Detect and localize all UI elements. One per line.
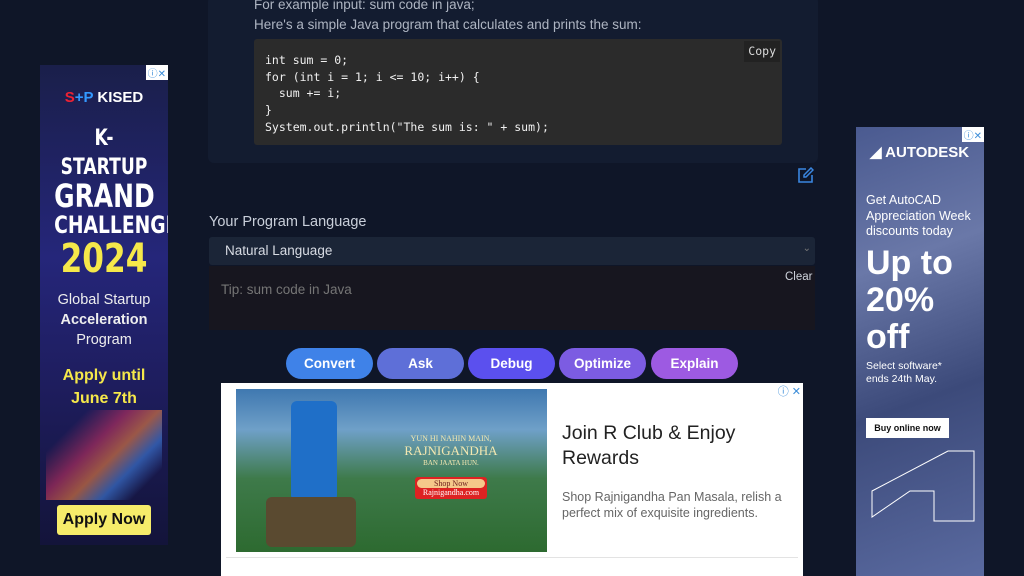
ad-headline: off <box>866 318 910 356</box>
ad-close-icon[interactable]: ⓘ✕ <box>961 127 984 142</box>
ask-button[interactable]: Ask <box>377 348 464 379</box>
ad-headline: Up to <box>866 244 953 282</box>
code-block: int sum = 0; for (int i = 1; i <= 10; i+… <box>254 39 782 145</box>
language-label: Your Program Language <box>209 214 367 230</box>
ad-image[interactable]: YUN HI NAHIN MAIN, RAJNIGANDHA BAN JAATA… <box>236 389 547 552</box>
ad-text: Acceleration <box>60 312 148 328</box>
chevron-down-icon: ⌄ <box>802 243 811 254</box>
ad-text: Select software* ends 24th May. <box>866 360 942 385</box>
copy-button[interactable]: Copy <box>744 41 780 62</box>
ad-brand: S+P KISED <box>64 89 144 106</box>
ad-text: Apply until <box>62 367 146 384</box>
ad-right[interactable]: ⓘ✕ ◢ AUTODESK Get AutoCAD Appreciation W… <box>856 127 984 576</box>
ad-close-icon[interactable]: ⓘ ✕ <box>778 383 801 399</box>
edit-icon[interactable] <box>797 167 814 184</box>
language-select[interactable]: Natural Language ⌄ <box>209 237 815 265</box>
code-text: int sum = 0; for (int i = 1; i <= 10; i+… <box>265 53 549 134</box>
ad-left[interactable]: ⓘ✕ S+P KISED K-STARTUP GRAND CHALLENGE 2… <box>40 65 168 545</box>
ad-headline: GRAND <box>54 177 155 215</box>
ad-description: Shop Rajnigandha Pan Masala, relish a pe… <box>562 490 782 520</box>
buy-online-button[interactable]: Buy online now <box>866 418 949 438</box>
example-text: For example input: sum code in java; <box>254 0 475 12</box>
convert-button[interactable]: Convert <box>286 348 373 379</box>
ad-brand: ◢ AUTODESK <box>870 144 970 161</box>
prompt-input[interactable] <box>209 266 815 330</box>
apply-now-button[interactable]: Apply Now <box>57 505 151 535</box>
ad-headline: 2024 <box>60 236 148 282</box>
ad-close-icon[interactable]: ⓘ✕ <box>145 65 168 80</box>
ad-text: Global Startup <box>57 292 151 308</box>
explain-button[interactable]: Explain <box>651 348 738 379</box>
clear-button[interactable]: Clear <box>785 271 812 283</box>
ad-bottom[interactable]: ⓘ ✕ YUN HI NAHIN MAIN, RAJNIGANDHA BAN J… <box>221 383 803 576</box>
ad-text: Get AutoCAD Appreciation Week discounts … <box>866 193 971 238</box>
ad-title[interactable]: Join R Club & Enjoy Rewards <box>562 421 762 470</box>
ad-headline: 20% <box>866 281 935 319</box>
intro-text: Here's a simple Java program that calcul… <box>254 17 642 32</box>
ad-text: June 7th <box>71 390 137 407</box>
ad-headline: K-STARTUP <box>60 126 148 180</box>
language-value: Natural Language <box>225 243 333 258</box>
ad-text: Program <box>76 332 132 348</box>
optimize-button[interactable]: Optimize <box>559 348 646 379</box>
debug-button[interactable]: Debug <box>468 348 555 379</box>
autodesk-logo-icon <box>871 450 975 522</box>
